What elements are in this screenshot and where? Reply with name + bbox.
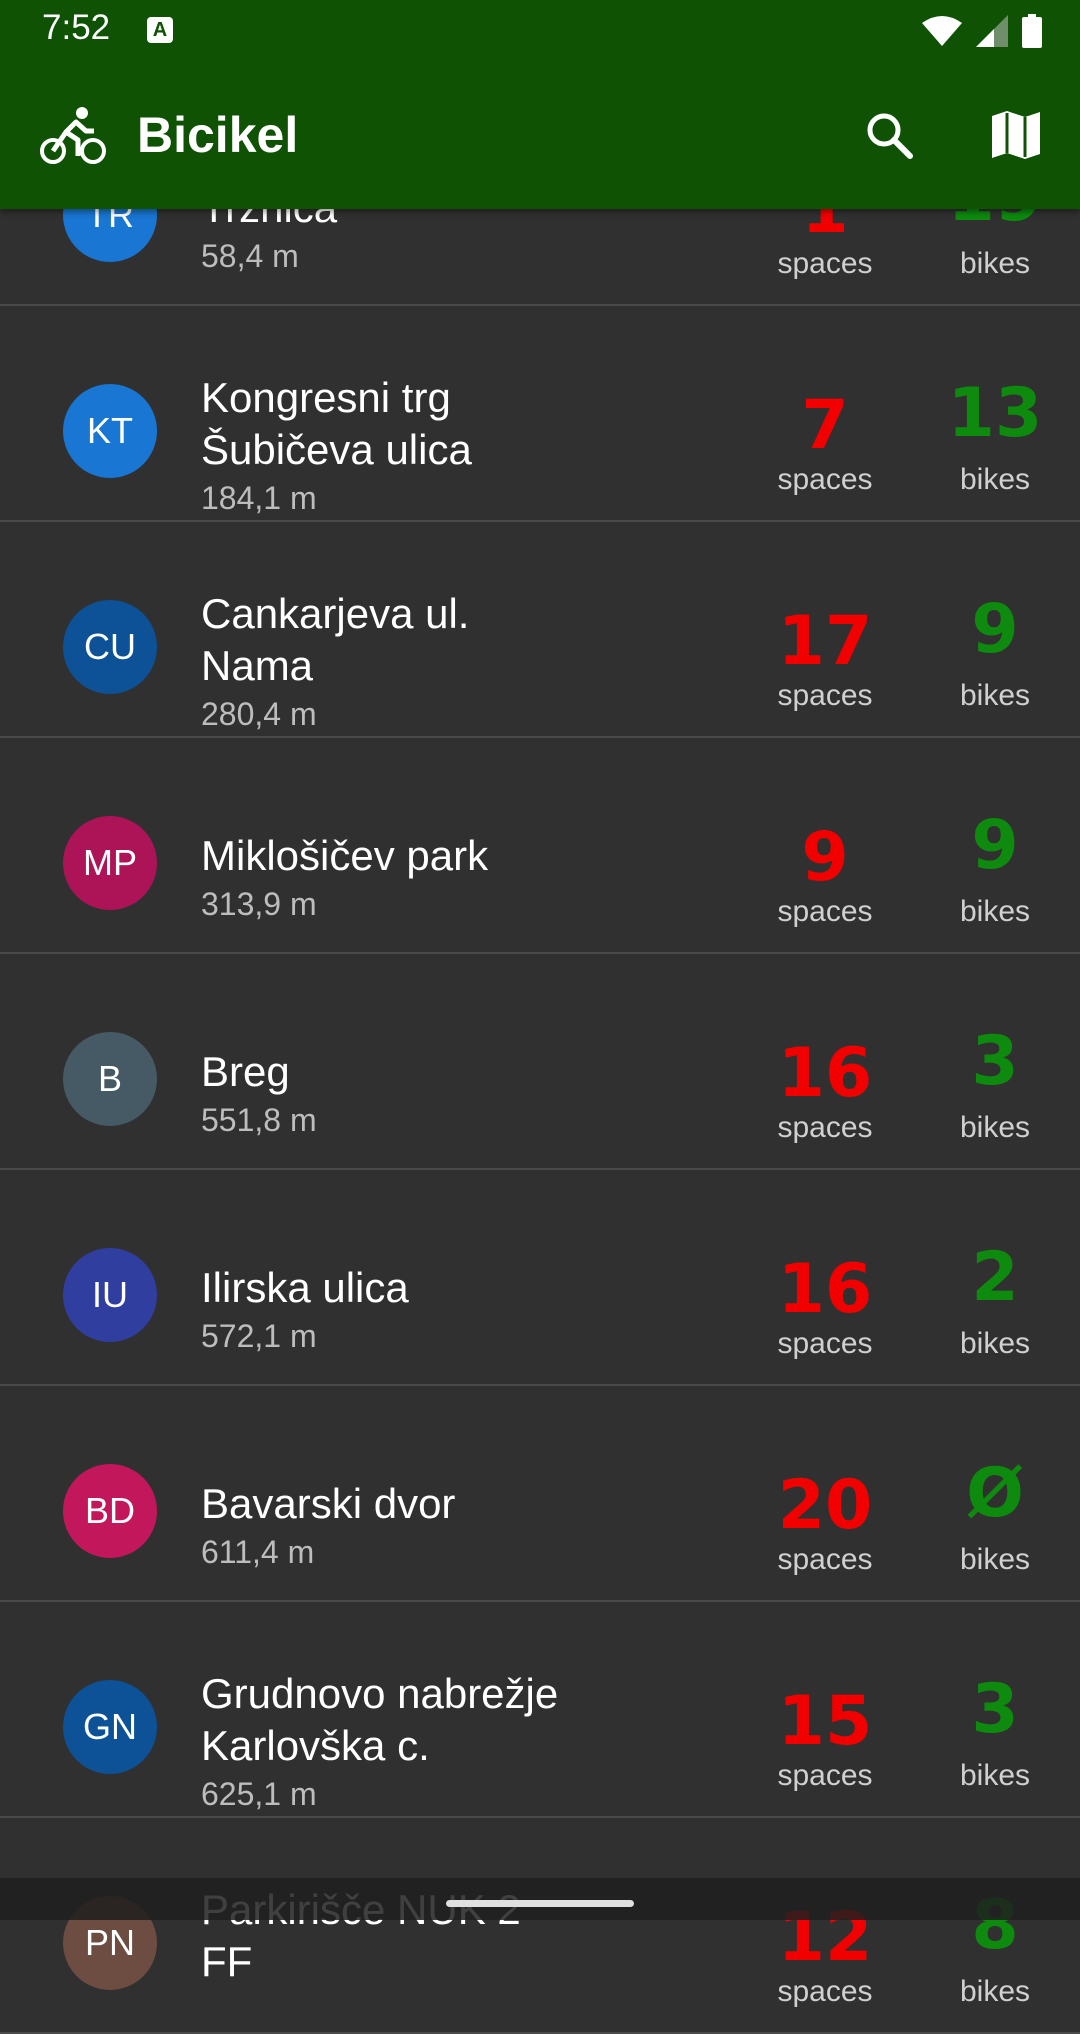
bikes-label: bikes: [959, 1327, 1031, 1360]
station-distance: 58,4 m: [201, 238, 299, 274]
station-row[interactable]: IU Ilirska ulica 572,1 m 16 2 spaces bikes: [0, 1170, 1080, 1386]
status-bar: 7:52 A: [0, 0, 1080, 62]
spaces-label: spaces: [777, 247, 873, 280]
station-name: Breg: [201, 1048, 290, 1095]
station-distance: 611,4 m: [201, 1534, 315, 1570]
bikes-label: bikes: [959, 1759, 1031, 1792]
status-time: 7:52: [42, 8, 111, 47]
navigation-bar: [0, 1878, 1080, 1920]
free-spaces-count: 16: [777, 1250, 873, 1329]
map-icon: [992, 111, 1040, 159]
station-distance: 551,8 m: [201, 1102, 317, 1138]
available-bikes-count: 9: [971, 806, 1019, 885]
free-spaces-count: 9: [801, 818, 849, 897]
station-name: Karlovška c.: [201, 1722, 430, 1769]
station-name: FF: [201, 1938, 253, 1985]
spaces-label: spaces: [777, 463, 873, 496]
station-name: Bavarski dvor: [201, 1480, 456, 1527]
bikes-label: bikes: [959, 895, 1031, 928]
spaces-label: spaces: [777, 1111, 873, 1144]
station-row[interactable]: PNParkirišče NUK 2FF128spacesbikes: [0, 1818, 1080, 2034]
station-row[interactable]: CU Cankarjeva ul. Nama 280,4 m 17 9 spaces bike…: [0, 522, 1080, 738]
station-row[interactable]: B Breg 551,8 m 16 3 spaces bikes: [0, 954, 1080, 1170]
station-distance: 280,4 m: [201, 696, 317, 732]
station-avatar: B: [63, 1032, 157, 1126]
bikes-label: bikes: [959, 1975, 1031, 2008]
bikes-label: bikes: [959, 1111, 1031, 1144]
free-spaces-count: 16: [777, 1034, 873, 1113]
station-name: Nama: [201, 642, 314, 689]
available-bikes-count: Ø: [966, 1454, 1024, 1533]
station-name: Kongresni trg: [201, 374, 451, 421]
bikes-label: bikes: [959, 463, 1031, 496]
station-avatar: GN: [63, 1680, 157, 1774]
available-bikes-count: 3: [971, 1670, 1019, 1749]
available-bikes-count: 3: [971, 1022, 1019, 1101]
station-row[interactable]: MP Miklošičev park 313,9 m 9 9 spaces bikes: [0, 738, 1080, 954]
bikes-label: bikes: [959, 1543, 1031, 1576]
station-name: Grudnovo nabrežje: [201, 1670, 559, 1717]
free-spaces-count: 20: [777, 1466, 873, 1545]
spaces-label: spaces: [777, 895, 873, 928]
search-icon: [867, 113, 913, 159]
free-spaces-count: 15: [777, 1682, 873, 1761]
wifi-icon: [922, 16, 962, 46]
station-distance: 184,1 m: [201, 480, 317, 516]
station-row[interactable]: GN Grudnovo nabrežje Karlovška c. 625,1 m 15…: [0, 1602, 1080, 1818]
station-avatar: BD: [63, 1464, 157, 1558]
free-spaces-count: 17: [777, 602, 873, 681]
station-name: Šubičeva ulica: [201, 426, 472, 473]
spaces-label: spaces: [777, 1975, 873, 2008]
home-handle[interactable]: [446, 1900, 634, 1907]
station-avatar: MP: [63, 816, 157, 910]
status-icons: [922, 14, 1042, 48]
free-spaces-count: 7: [801, 386, 849, 465]
toolbar: Bicikel: [0, 62, 1080, 209]
app-title: Bicikel: [137, 107, 299, 163]
station-row[interactable]: KT Kongresni trg Šubičeva ulica 184,1 m 7 13 s…: [0, 306, 1080, 522]
available-bikes-count: 13: [947, 374, 1043, 453]
spaces-label: spaces: [777, 1327, 873, 1360]
station-avatar: IU: [63, 1248, 157, 1342]
spaces-label: spaces: [777, 1543, 873, 1576]
spaces-label: spaces: [777, 1759, 873, 1792]
battery-icon: [1022, 14, 1042, 48]
station-avatar: CU: [63, 600, 157, 694]
available-bikes-count: 2: [971, 1238, 1019, 1317]
station-name: Ilirska ulica: [201, 1264, 409, 1311]
search-button[interactable]: [854, 100, 924, 170]
station-avatar: KT: [63, 384, 157, 478]
station-row[interactable]: BD Bavarski dvor 611,4 m 20 Øspaces bikes: [0, 1386, 1080, 1602]
available-bikes-count: 9: [971, 590, 1019, 669]
bikes-label: bikes: [959, 247, 1031, 280]
spaces-label: spaces: [777, 679, 873, 712]
map-button[interactable]: [981, 100, 1051, 170]
station-distance: 625,1 m: [201, 1776, 317, 1812]
station-distance: 313,9 m: [201, 886, 317, 922]
station-name: Cankarjeva ul.: [201, 590, 470, 637]
bike-icon: [40, 107, 106, 164]
signal-icon: [976, 15, 1008, 47]
station-distance: 572,1 m: [201, 1318, 317, 1354]
notification-icon: A: [147, 17, 173, 43]
app-bar: 7:52 A Bicikel: [0, 0, 1080, 209]
station-name: Miklošičev park: [201, 832, 489, 879]
bikes-label: bikes: [959, 679, 1031, 712]
